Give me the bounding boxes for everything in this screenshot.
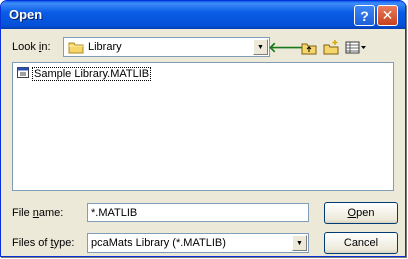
- title-bar[interactable]: Open ? ✕: [1, 1, 405, 29]
- cancel-button[interactable]: Cancel: [324, 232, 398, 254]
- file-name-label: File name:: [12, 207, 64, 219]
- close-button[interactable]: ✕: [377, 5, 398, 26]
- file-list[interactable]: Sample Library.MATLIB: [12, 62, 394, 191]
- file-type-label: Files of type:: [12, 237, 75, 249]
- file-type-dropdown[interactable]: pcaMats Library (*.MATLIB) ▼: [87, 233, 309, 253]
- file-icon: [17, 67, 29, 81]
- help-icon: ?: [360, 7, 369, 24]
- chevron-down-icon[interactable]: ▼: [253, 39, 268, 55]
- file-type-value: pcaMats Library (*.MATLIB): [91, 237, 226, 249]
- views-menu-icon[interactable]: [345, 39, 367, 56]
- file-name: Sample Library.MATLIB: [32, 67, 152, 81]
- help-button[interactable]: ?: [354, 5, 375, 26]
- close-icon: ✕: [381, 7, 394, 23]
- look-in-dropdown[interactable]: Library ▼: [63, 37, 270, 57]
- chevron-down-icon[interactable]: ▼: [292, 235, 307, 251]
- list-item[interactable]: Sample Library.MATLIB: [17, 67, 152, 81]
- window-title: Open: [9, 7, 43, 22]
- up-folder-icon[interactable]: [300, 39, 318, 56]
- open-dialog: Open ? ✕ Look in: Library ▼ 🡐 Sample Lib…: [0, 0, 406, 257]
- folder-icon: [68, 41, 84, 57]
- look-in-value: Library: [88, 41, 122, 53]
- new-folder-icon[interactable]: [322, 39, 340, 56]
- file-name-input[interactable]: [87, 203, 309, 222]
- look-in-label: Look in:: [12, 41, 51, 53]
- back-arrow-icon[interactable]: 🡐: [268, 39, 306, 56]
- open-button[interactable]: Open: [324, 202, 398, 224]
